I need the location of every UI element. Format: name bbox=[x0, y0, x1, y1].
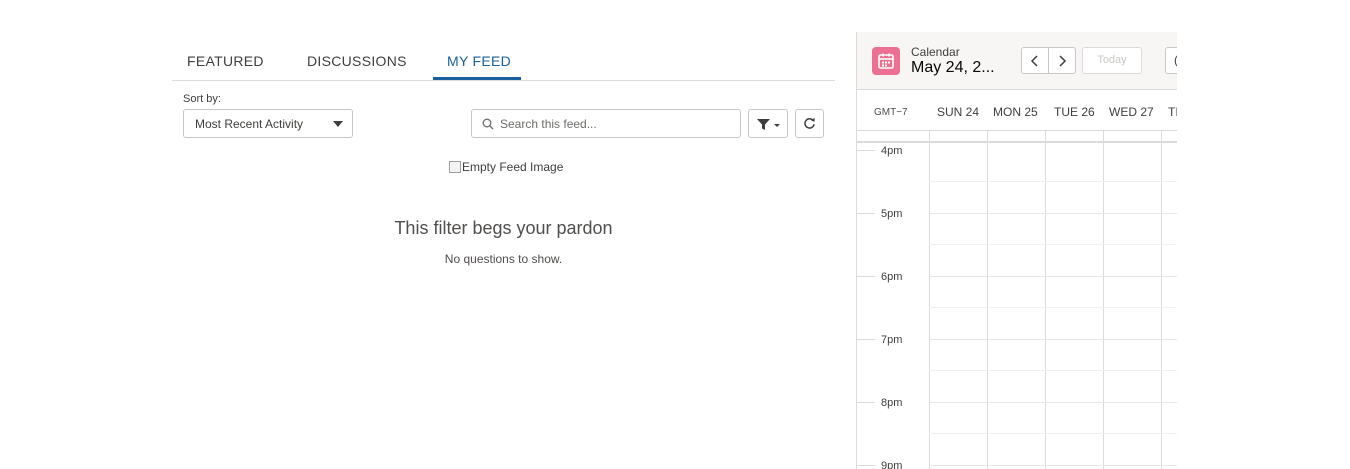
hour-tick bbox=[857, 150, 875, 151]
hour-tick bbox=[857, 465, 875, 466]
hour-line bbox=[929, 213, 1177, 214]
filter-button[interactable] bbox=[748, 109, 788, 138]
hour-tick bbox=[857, 276, 875, 277]
feed-search[interactable] bbox=[471, 109, 741, 138]
calendar-header: Calendar May 24, 2... Today ( bbox=[857, 32, 1177, 90]
tab-discussions[interactable]: DISCUSSIONS bbox=[307, 53, 407, 69]
day-header-sun[interactable]: SUN 24 bbox=[937, 105, 979, 119]
calendar-icon bbox=[872, 47, 900, 75]
sort-selected-value: Most Recent Activity bbox=[195, 117, 304, 131]
half-hour-line bbox=[929, 244, 1177, 245]
sort-dropdown[interactable]: Most Recent Activity bbox=[183, 109, 353, 138]
previous-week-button[interactable] bbox=[1021, 47, 1049, 74]
refresh-icon bbox=[804, 117, 815, 129]
hour-tick bbox=[857, 402, 875, 403]
next-week-button[interactable] bbox=[1048, 47, 1076, 74]
hour-label-7pm: 7pm bbox=[881, 334, 903, 346]
all-day-divider bbox=[857, 130, 1177, 131]
hour-label-5pm: 5pm bbox=[881, 208, 903, 220]
half-hour-line bbox=[929, 370, 1177, 371]
active-tab-indicator bbox=[433, 77, 521, 80]
time-grid-top-border bbox=[857, 141, 1177, 143]
caret-down-icon bbox=[333, 121, 343, 127]
hour-label-4pm: 4pm bbox=[881, 145, 903, 157]
refresh-button[interactable] bbox=[795, 109, 824, 138]
calendar-current-date: May 24, 2... bbox=[911, 59, 995, 76]
search-icon bbox=[482, 118, 494, 130]
feed-panel: FEATURED DISCUSSIONS MY FEED Sort by: Mo… bbox=[172, 32, 835, 469]
hour-tick bbox=[857, 339, 875, 340]
empty-feed-image: Empty Feed Image bbox=[449, 160, 563, 174]
empty-feed-image-alt: Empty Feed Image bbox=[462, 160, 564, 174]
timezone-label: GMT−7 bbox=[874, 107, 908, 118]
empty-feed-title: This filter begs your pardon bbox=[394, 218, 613, 238]
today-button[interactable]: Today bbox=[1082, 47, 1142, 74]
empty-feed-subtitle: No questions to show. bbox=[444, 252, 563, 266]
broken-image-icon bbox=[449, 161, 461, 173]
tab-my-feed[interactable]: MY FEED bbox=[447, 53, 511, 69]
sort-label: Sort by: bbox=[183, 93, 221, 105]
filter-icon bbox=[757, 119, 770, 130]
calendar-panel: Calendar May 24, 2... Today ( GMT−7 SUN … bbox=[856, 32, 1177, 469]
hour-tick bbox=[857, 213, 875, 214]
day-header-wed[interactable]: WED 27 bbox=[1109, 105, 1154, 119]
half-hour-line bbox=[929, 181, 1177, 182]
day-header-mon[interactable]: MON 25 bbox=[993, 105, 1038, 119]
tab-featured[interactable]: FEATURED bbox=[187, 53, 264, 69]
caret-down-icon bbox=[774, 124, 780, 127]
feed-tabs: FEATURED DISCUSSIONS MY FEED bbox=[172, 46, 835, 81]
hour-line bbox=[929, 276, 1177, 277]
day-header-tue[interactable]: TUE 26 bbox=[1054, 105, 1095, 119]
hour-label-6pm: 6pm bbox=[881, 271, 903, 283]
hour-line bbox=[929, 339, 1177, 340]
half-hour-line bbox=[929, 307, 1177, 308]
hour-label-9pm: 9pm bbox=[881, 460, 903, 469]
calendar-view-button[interactable]: ( bbox=[1165, 47, 1177, 74]
search-input[interactable] bbox=[500, 114, 736, 134]
chevron-right-icon bbox=[1059, 55, 1067, 67]
hour-line bbox=[929, 402, 1177, 403]
calendar-label: Calendar bbox=[911, 45, 960, 59]
half-hour-line bbox=[929, 433, 1177, 434]
chevron-left-icon bbox=[1030, 55, 1038, 67]
hour-label-8pm: 8pm bbox=[881, 397, 903, 409]
day-header-thu[interactable]: TI bbox=[1168, 105, 1177, 119]
hour-line bbox=[929, 465, 1177, 466]
